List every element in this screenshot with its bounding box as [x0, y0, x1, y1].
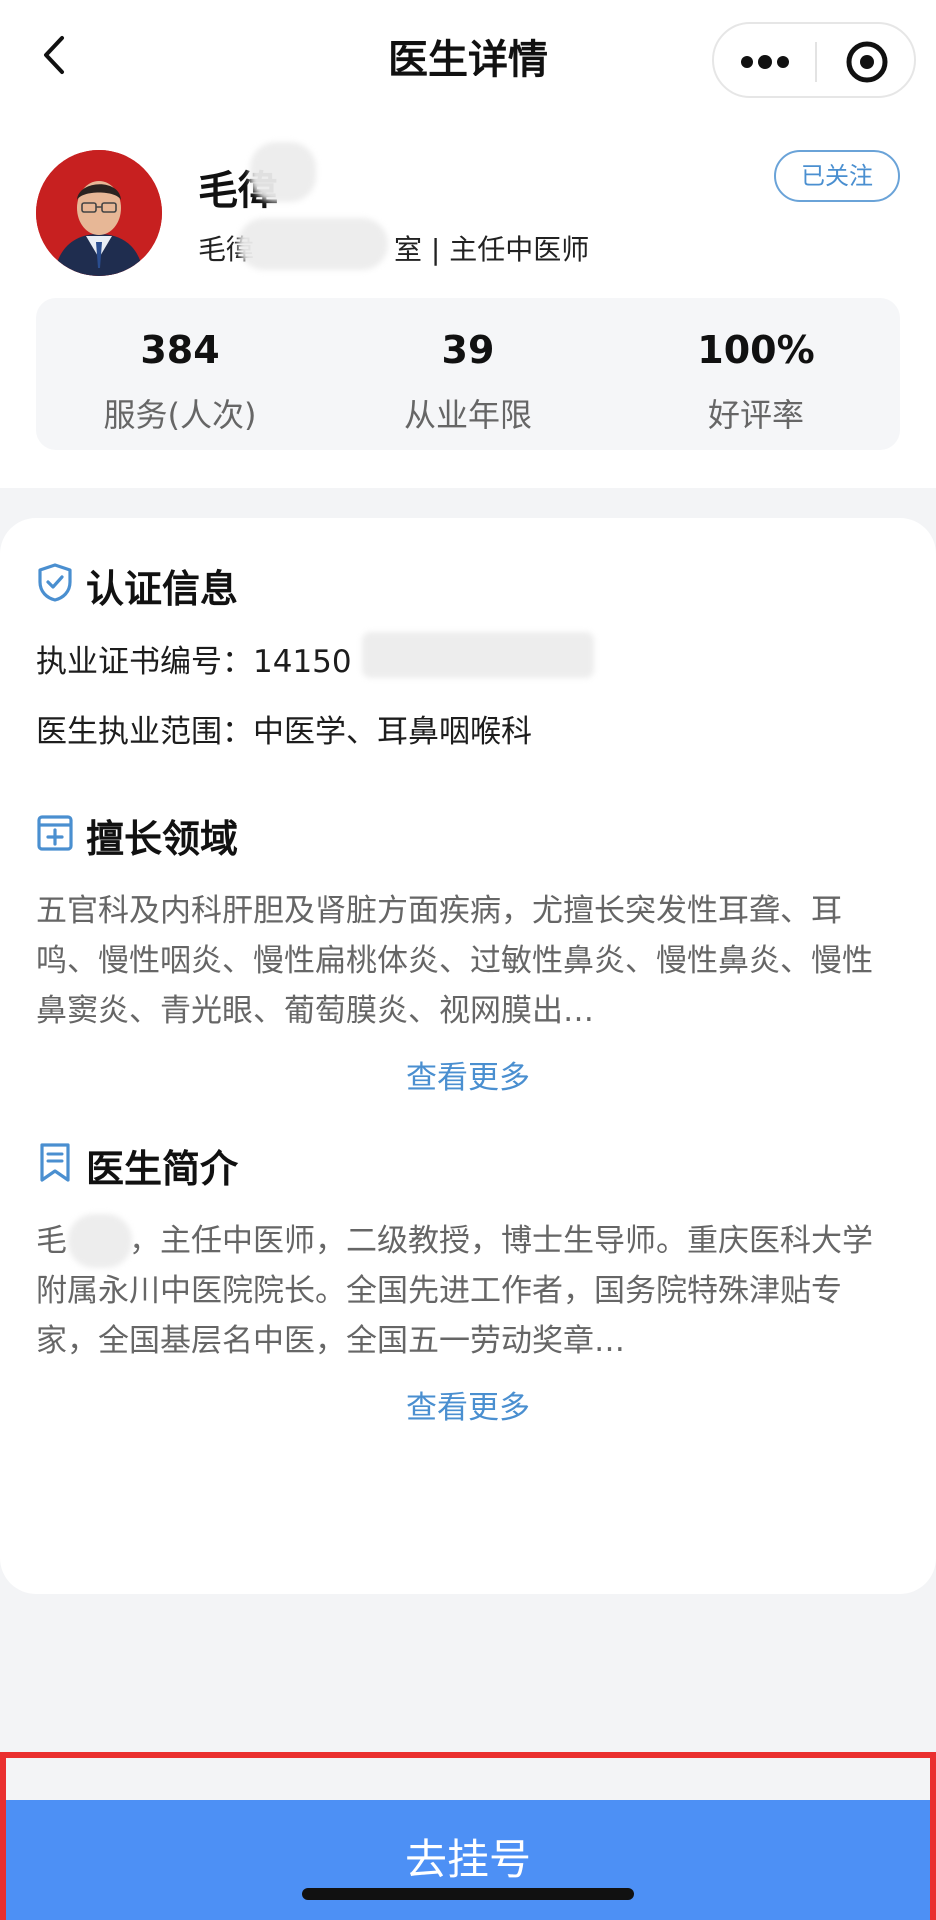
mini-program-capsule: [712, 22, 916, 98]
section-title: 医生简介: [86, 1147, 239, 1191]
stat-label: 服务(人次): [103, 396, 257, 434]
stat-rating: 100% 好评率: [612, 298, 900, 450]
privacy-blur: [238, 218, 388, 270]
intro-more-link[interactable]: 查看更多: [0, 1382, 936, 1427]
section-title: 擅长领域: [86, 817, 239, 861]
shield-check-icon: [38, 563, 72, 602]
close-miniprogram-button[interactable]: [832, 34, 902, 90]
target-icon: [846, 41, 888, 83]
privacy-blur: [362, 632, 594, 678]
bookmark-icon: [40, 1143, 70, 1182]
medical-box-icon: [37, 815, 73, 851]
stats-panel: 384 服务(人次) 39 从业年限 100% 好评率: [36, 298, 900, 450]
expertise-text: 五官科及内科肝胆及肾脏方面疾病，尤擅长突发性耳聋、耳鸣、慢性咽炎、慢性扁桃体炎、…: [36, 893, 873, 1029]
stat-value: 100%: [697, 328, 815, 372]
book-appointment-button[interactable]: 去挂号: [6, 1800, 930, 1920]
intro-text: 毛 ，主任中医师，二级教授，博士生导师。重庆医科大学附属永川中医院院长。全国先进…: [36, 1223, 873, 1359]
license-label: 执业证书编号：: [36, 644, 253, 680]
stat-service: 384 服务(人次): [36, 298, 324, 450]
stat-value: 384: [140, 328, 220, 372]
doctor-info-card: 认证信息 执业证书编号：14150 医生执业范围：中医学、耳鼻咽喉科 擅长领域 …: [0, 518, 936, 1594]
doctor-avatar: [36, 150, 162, 276]
home-indicator: [302, 1888, 634, 1900]
scope-line: 医生执业范围：中医学、耳鼻咽喉科: [36, 706, 532, 751]
license-line: 执业证书编号：14150: [36, 636, 352, 681]
license-value: 14150: [253, 644, 352, 680]
scope-value: 中医学、耳鼻咽喉科: [253, 714, 532, 750]
privacy-blur: [68, 1214, 132, 1268]
privacy-blur: [250, 142, 316, 202]
stat-years: 39 从业年限: [324, 298, 612, 450]
capsule-divider: [815, 42, 817, 82]
stat-label: 从业年限: [403, 396, 532, 434]
doctor-dept-suffix: 室 | 主任中医师: [394, 233, 590, 266]
follow-button[interactable]: 已关注: [774, 150, 900, 202]
expertise-more-link[interactable]: 查看更多: [0, 1052, 936, 1097]
stat-label: 好评率: [707, 396, 804, 434]
scope-label: 医生执业范围：: [36, 714, 253, 750]
doctor-header-card: 毛徫 毛徫室 | 主任中医师 已关注 384 服务(人次) 39 从业年限 10…: [0, 110, 936, 488]
more-button[interactable]: [730, 34, 800, 90]
section-title: 认证信息: [86, 567, 239, 611]
more-dots-icon: [741, 55, 789, 69]
stat-value: 39: [441, 328, 495, 372]
nav-bar: 医生详情: [0, 0, 936, 110]
